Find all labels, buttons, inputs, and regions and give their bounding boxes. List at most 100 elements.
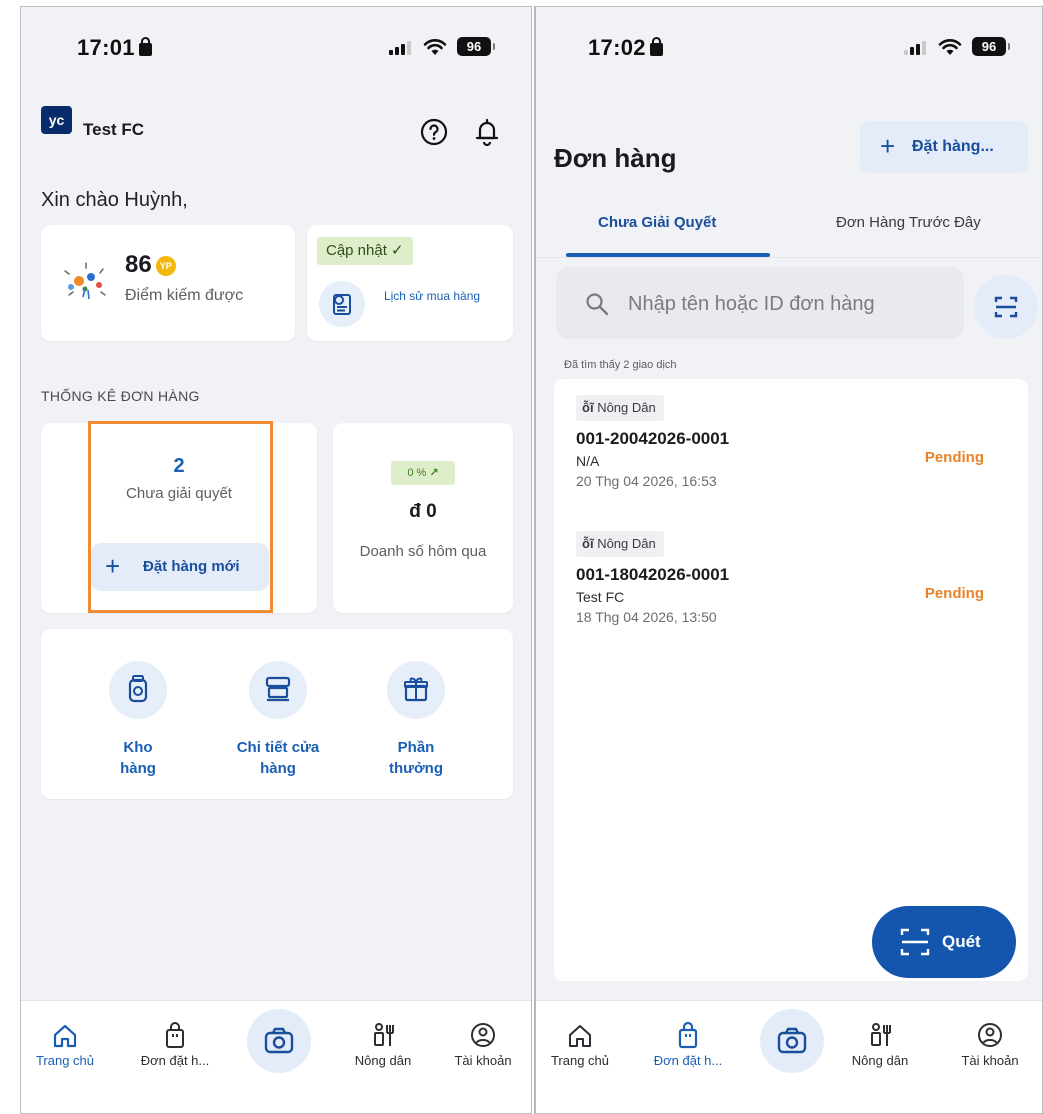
confetti-icon [59, 257, 113, 305]
orders-screen: 17:02 96 Đơn hàng + Đặt hàng... Chưa Giả… [534, 6, 1043, 1114]
farmer-icon [333, 1021, 433, 1051]
growth-badge: 0 % ↗ [391, 461, 455, 485]
status-time: 17:02 [588, 35, 663, 61]
home-icon [536, 1021, 630, 1051]
highlight-box [88, 421, 273, 613]
farmer-icon [830, 1021, 930, 1051]
order-date: 18 Thg 04 2026, 13:50 [576, 609, 717, 625]
order-date: 20 Thg 04 2026, 16:53 [576, 473, 717, 489]
account-icon [433, 1021, 531, 1051]
bag-icon [638, 1021, 738, 1051]
lock-icon [649, 37, 663, 56]
nav-item-orders[interactable]: Đơn đặt h... [125, 1021, 225, 1068]
nav-item-home[interactable]: Trang chủ [536, 1021, 630, 1068]
scan-icon [900, 928, 930, 956]
order-item[interactable]: ỗĩ Nông Dân 001-20042026-0001 N/A 20 Thg… [576, 395, 1006, 489]
farmer-icon: ỗĩ [582, 536, 594, 551]
wifi-icon [938, 38, 962, 62]
trend-up-icon: ↗ [429, 467, 439, 479]
signal-icon [389, 41, 415, 55]
nav-item-home[interactable]: Trang chủ [21, 1021, 115, 1068]
purchase-history-card[interactable]: Cập nhật ✓ Lịch sử mua hàng [307, 225, 513, 341]
tab-divider [536, 257, 1042, 258]
history-icon [319, 281, 365, 327]
warehouse-icon [109, 661, 167, 719]
place-order-label: Đặt hàng... [912, 138, 994, 155]
points-value: 86 YP [125, 251, 176, 279]
wifi-icon [423, 38, 447, 62]
nav-label: Trang chủ [550, 1053, 610, 1068]
revenue-label: Doanh số hôm qua [359, 543, 487, 560]
nav-item-farmers[interactable]: Nông dân [333, 1021, 433, 1068]
nav-label: Tài khoản [961, 1053, 1019, 1068]
customer-type-chip: ỗĩ Nông Dân [576, 395, 664, 421]
order-stats-title: THỐNG KÊ ĐƠN HÀNG [41, 388, 200, 404]
update-badge[interactable]: Cập nhật ✓ [317, 237, 413, 265]
quick-link-store-details[interactable]: Chi tiết cửa hàng [213, 661, 343, 779]
camera-button[interactable] [247, 1009, 311, 1073]
scan-fab-button[interactable]: Quét [872, 906, 1016, 978]
order-list: ỗĩ Nông Dân 001-20042026-0001 N/A 20 Thg… [554, 379, 1028, 981]
bag-icon [125, 1021, 225, 1051]
quick-link-label: Kho hàng [120, 739, 156, 777]
farmer-icon: ỗĩ [582, 400, 594, 415]
order-status: Pending [924, 585, 984, 602]
camera-icon [777, 1027, 807, 1054]
bottom-nav: Trang chủ Đơn đặt h... Nông dân Tài khoả… [21, 1000, 531, 1113]
nav-item-orders[interactable]: Đơn đặt h... [638, 1021, 738, 1068]
status-bar: 17:02 96 [536, 27, 1042, 63]
camera-icon [264, 1027, 294, 1054]
active-tab-indicator [566, 253, 770, 257]
page-title: Đơn hàng [554, 143, 677, 173]
home-icon [21, 1021, 115, 1051]
customer-type-chip: ỗĩ Nông Dân [576, 531, 664, 557]
status-time: 17:01 [77, 35, 152, 61]
order-item[interactable]: ỗĩ Nông Dân 001-18042026-0001 Test FC 18… [576, 531, 1006, 625]
battery-indicator: 96 [457, 37, 495, 56]
tab-pending[interactable]: Chưa Giải Quyết [598, 214, 716, 231]
order-id: 001-20042026-0001 [576, 429, 730, 448]
points-label: Điểm kiếm được [125, 287, 244, 304]
camera-button[interactable] [760, 1009, 824, 1073]
scan-label: Quét [942, 932, 981, 951]
account-icon [940, 1021, 1040, 1051]
quick-link-warehouse[interactable]: Kho hàng [73, 661, 203, 779]
place-order-button[interactable]: + Đặt hàng... [860, 121, 1028, 173]
barcode-scan-button[interactable] [974, 275, 1038, 339]
notification-bell-icon[interactable] [473, 117, 503, 147]
home-screen: 17:01 96 yc Test FC Xin chào Huỳnh, 86 YP… [20, 6, 532, 1114]
gift-icon [387, 661, 445, 719]
signal-icon [904, 41, 930, 55]
nav-label: Đơn đặt h... [653, 1053, 723, 1068]
results-count: Đã tìm thấy 2 giao dịch [564, 359, 677, 371]
search-placeholder: Nhập tên hoặc ID đơn hàng [628, 293, 875, 315]
tab-past-orders[interactable]: Đơn Hàng Trước Đây [836, 214, 981, 231]
brand-logo: yc [41, 106, 72, 134]
nav-label: Trang chủ [35, 1053, 95, 1068]
order-id: 001-18042026-0001 [576, 565, 730, 584]
plus-icon: + [880, 131, 896, 161]
nav-item-account[interactable]: Tài khoản [433, 1021, 531, 1068]
nav-label: Nông dân [851, 1053, 909, 1068]
bottom-nav: Trang chủ Đơn đặt h... Nông dân Tài khoả… [536, 1000, 1042, 1113]
status-bar: 17:01 96 [21, 27, 531, 63]
order-status: Pending [924, 449, 984, 466]
greeting-text: Xin chào Huỳnh, [41, 189, 188, 211]
revenue-card[interactable]: 0 % ↗ đ 0 Doanh số hôm qua [333, 423, 513, 613]
nav-label: Đơn đặt h... [140, 1053, 210, 1068]
quick-link-rewards[interactable]: Phần thưởng [351, 661, 481, 779]
points-card[interactable]: 86 YP Điểm kiếm được [41, 225, 295, 341]
lock-icon [138, 37, 152, 56]
store-name: Test FC [83, 120, 145, 139]
search-icon [584, 291, 610, 322]
nav-label: Tài khoản [454, 1053, 512, 1068]
order-search-input[interactable]: Nhập tên hoặc ID đơn hàng [556, 267, 964, 339]
nav-item-account[interactable]: Tài khoản [940, 1021, 1040, 1068]
quick-link-label: Phần thưởng [388, 739, 443, 777]
nav-label: Nông dân [354, 1053, 412, 1068]
quick-link-label: Chi tiết cửa hàng [236, 739, 320, 777]
nav-item-farmers[interactable]: Nông dân [830, 1021, 930, 1068]
help-icon[interactable] [419, 117, 449, 147]
yp-coin-icon: YP [155, 256, 176, 276]
store-icon [249, 661, 307, 719]
